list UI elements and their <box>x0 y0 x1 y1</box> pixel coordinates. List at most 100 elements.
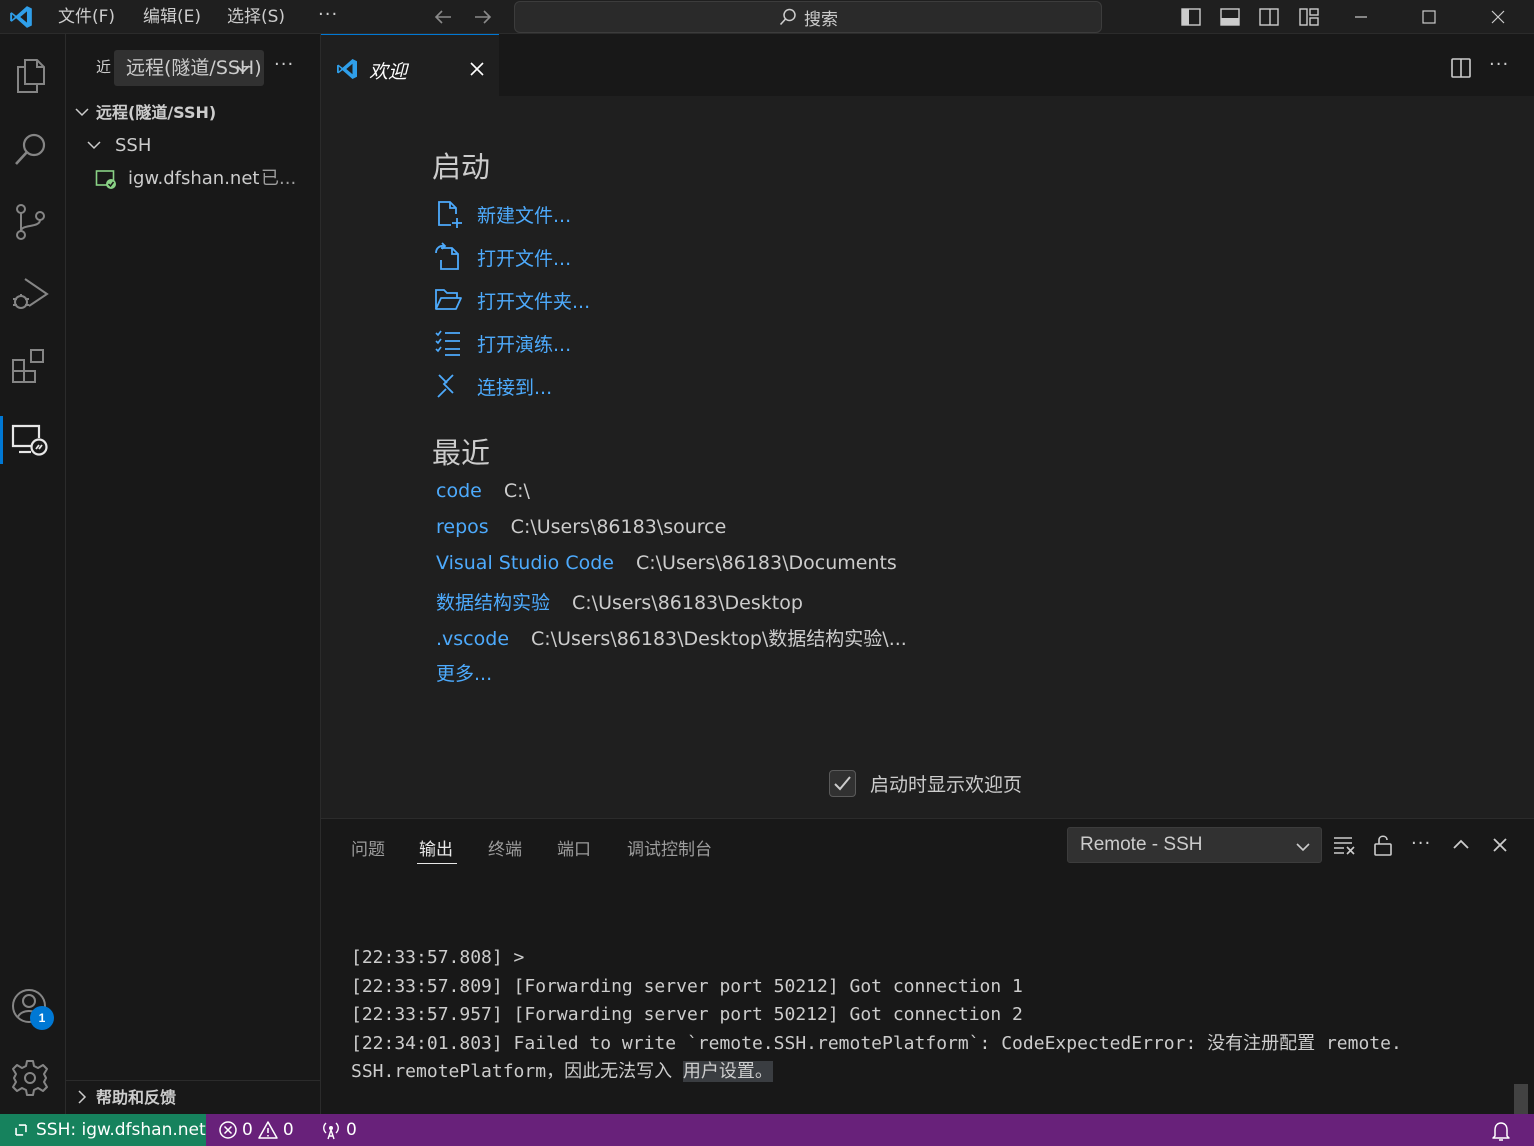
customize-layout-icon[interactable] <box>1298 6 1320 28</box>
output-scrollbar[interactable] <box>1514 1084 1528 1114</box>
run-debug-icon[interactable] <box>9 272 53 316</box>
menu-edit[interactable]: 编辑(E) <box>143 0 201 34</box>
remote-explorer-icon[interactable] <box>9 418 53 462</box>
toggle-secondary-sidebar-icon[interactable] <box>1258 6 1280 28</box>
help-feedback-section[interactable]: 帮助和反馈 <box>66 1080 321 1114</box>
close-window-icon[interactable] <box>1485 4 1511 30</box>
panel-tab-problems[interactable]: 问题 <box>351 835 385 860</box>
log-line: [22:33:57.808] > <box>351 947 525 968</box>
search-placeholder: 搜索 <box>804 9 838 30</box>
panel-tab-output[interactable]: 输出 <box>419 835 453 860</box>
chevron-down-icon <box>75 108 89 117</box>
recent-item[interactable]: repos C:\Users\86183\source <box>436 516 726 546</box>
editor-more-button[interactable]: ··· <box>1489 54 1509 75</box>
recent-item[interactable]: 数据结构实验 C:\Users\86183\Desktop <box>436 588 803 618</box>
extensions-icon[interactable] <box>9 345 53 389</box>
start-open-file[interactable]: 打开文件... <box>433 241 571 273</box>
menu-selection[interactable]: 选择(S) <box>227 0 285 34</box>
panel-tab-terminal[interactable]: 终端 <box>488 835 522 860</box>
active-view-indicator <box>0 416 3 464</box>
start-new-file[interactable]: 新建文件... <box>433 198 571 230</box>
recent-item-path: C:\Users\86183\Desktop <box>572 592 803 614</box>
warning-icon <box>258 1121 278 1139</box>
remote-host-label: SSH: igw.dfshan.net <box>36 1120 206 1140</box>
search-icon[interactable] <box>9 128 53 172</box>
lock-scroll-icon[interactable] <box>1371 833 1395 857</box>
panel-more-button[interactable]: ··· <box>1411 833 1431 854</box>
start-connect-to[interactable]: 连接到... <box>433 370 552 402</box>
recent-item-name[interactable]: repos <box>436 516 489 538</box>
bell-icon[interactable] <box>1490 1120 1512 1142</box>
panel-tab-ports[interactable]: 端口 <box>557 835 591 860</box>
output-log[interactable]: [22:33:57.808] > [22:33:57.809] [Forward… <box>351 944 1501 1087</box>
recent-item[interactable]: code C:\ <box>436 480 530 510</box>
menu-more-button[interactable]: ··· <box>318 0 338 34</box>
split-editor-icon[interactable] <box>1449 56 1473 80</box>
sidebar-more-button[interactable]: ··· <box>274 54 294 75</box>
recent-item[interactable]: Visual Studio Code C:\Users\86183\Documen… <box>436 552 897 582</box>
start-item-label: 新建文件... <box>477 204 572 227</box>
active-tab-underline <box>417 863 457 864</box>
recent-section-title: 最近 <box>432 436 491 470</box>
welcome-page: 启动 新建文件... 打开文件... 打开文件夹... 打开演练... 连接到.… <box>321 96 1534 818</box>
start-open-walkthrough[interactable]: 打开演练... <box>433 327 571 359</box>
status-bar: SSH: igw.dfshan.net 0 0 0 <box>0 1114 1534 1146</box>
toggle-panel-icon[interactable] <box>1219 6 1241 28</box>
explorer-icon[interactable] <box>9 54 53 98</box>
recent-item-path: C:\Users\86183\source <box>510 516 727 538</box>
close-icon[interactable] <box>469 61 485 77</box>
back-arrow-icon[interactable] <box>432 6 454 28</box>
recent-item-name[interactable]: Visual Studio Code <box>436 552 614 574</box>
start-item-label: 打开文件... <box>477 247 572 270</box>
minimize-icon[interactable] <box>1348 4 1374 30</box>
start-item-label: 打开文件夹... <box>477 290 591 313</box>
recent-item-name[interactable]: code <box>436 480 482 502</box>
panel-tab-debug-console[interactable]: 调试控制台 <box>627 835 712 860</box>
start-section-title: 启动 <box>432 150 491 184</box>
output-channel-select[interactable]: Remote - SSH <box>1067 827 1322 863</box>
title-bar: 文件(F) 编辑(E) 选择(S) ··· 搜索 <box>0 0 1534 34</box>
recent-more-link[interactable]: 更多... <box>436 659 492 686</box>
tree-group-label: SSH <box>115 135 152 156</box>
status-problems[interactable]: 0 0 <box>218 1114 294 1146</box>
activity-bar: 1 <box>0 34 66 1114</box>
menu-file[interactable]: 文件(F) <box>58 0 115 34</box>
sidebar-header: 近 远程(隧道/SSH) ··· <box>66 34 321 94</box>
close-panel-icon[interactable] <box>1488 833 1512 857</box>
clear-output-icon[interactable] <box>1332 833 1356 857</box>
ports-count: 0 <box>346 1120 357 1140</box>
show-welcome-checkbox[interactable] <box>829 769 856 797</box>
source-control-icon[interactable] <box>9 200 53 244</box>
tab-welcome[interactable]: 欢迎 <box>321 34 499 96</box>
command-center-search[interactable]: 搜索 <box>514 1 1102 33</box>
chevron-down-icon <box>87 141 101 150</box>
remote-indicator[interactable]: SSH: igw.dfshan.net <box>0 1114 206 1146</box>
error-count: 0 <box>242 1120 253 1140</box>
remote-explorer-sidebar: 近 远程(隧道/SSH) ··· 远程(隧道/SSH) SSH igw.dfsh… <box>66 34 321 1114</box>
open-file-icon <box>435 242 459 270</box>
show-welcome-on-startup[interactable]: 启动时显示欢迎页 <box>829 768 1022 798</box>
start-open-folder[interactable]: 打开文件夹... <box>433 284 590 316</box>
chevron-down-icon[interactable] <box>234 60 252 78</box>
show-welcome-label: 启动时显示欢迎页 <box>870 773 1023 796</box>
forward-arrow-icon[interactable] <box>472 6 494 28</box>
toggle-primary-sidebar-icon[interactable] <box>1180 6 1202 28</box>
gear-icon[interactable] <box>9 1056 53 1100</box>
remote-host-connected-icon <box>95 170 116 189</box>
recent-item[interactable]: .vscode C:\Users\86183\Desktop\数据结构实验\... <box>436 624 907 654</box>
tree-item-host[interactable]: igw.dfshan.net 已... <box>66 162 321 195</box>
maximize-icon[interactable] <box>1416 4 1442 30</box>
new-file-icon <box>438 201 462 228</box>
recent-item-name[interactable]: .vscode <box>436 628 509 650</box>
search-icon <box>779 8 796 26</box>
recent-item-name[interactable]: 数据结构实验 <box>436 592 550 614</box>
maximize-panel-icon[interactable] <box>1449 833 1473 857</box>
section-remote-header[interactable]: 远程(隧道/SSH) <box>66 96 321 129</box>
start-item-label: 打开演练... <box>477 333 572 356</box>
status-forwarded-ports[interactable]: 0 <box>320 1114 357 1146</box>
vscode-logo-icon <box>10 6 32 28</box>
tree-group-ssh[interactable]: SSH <box>66 129 321 162</box>
chevron-down-icon <box>1296 843 1310 852</box>
accounts-badge: 1 <box>30 1006 54 1030</box>
sidebar-title: 近 <box>96 58 112 76</box>
